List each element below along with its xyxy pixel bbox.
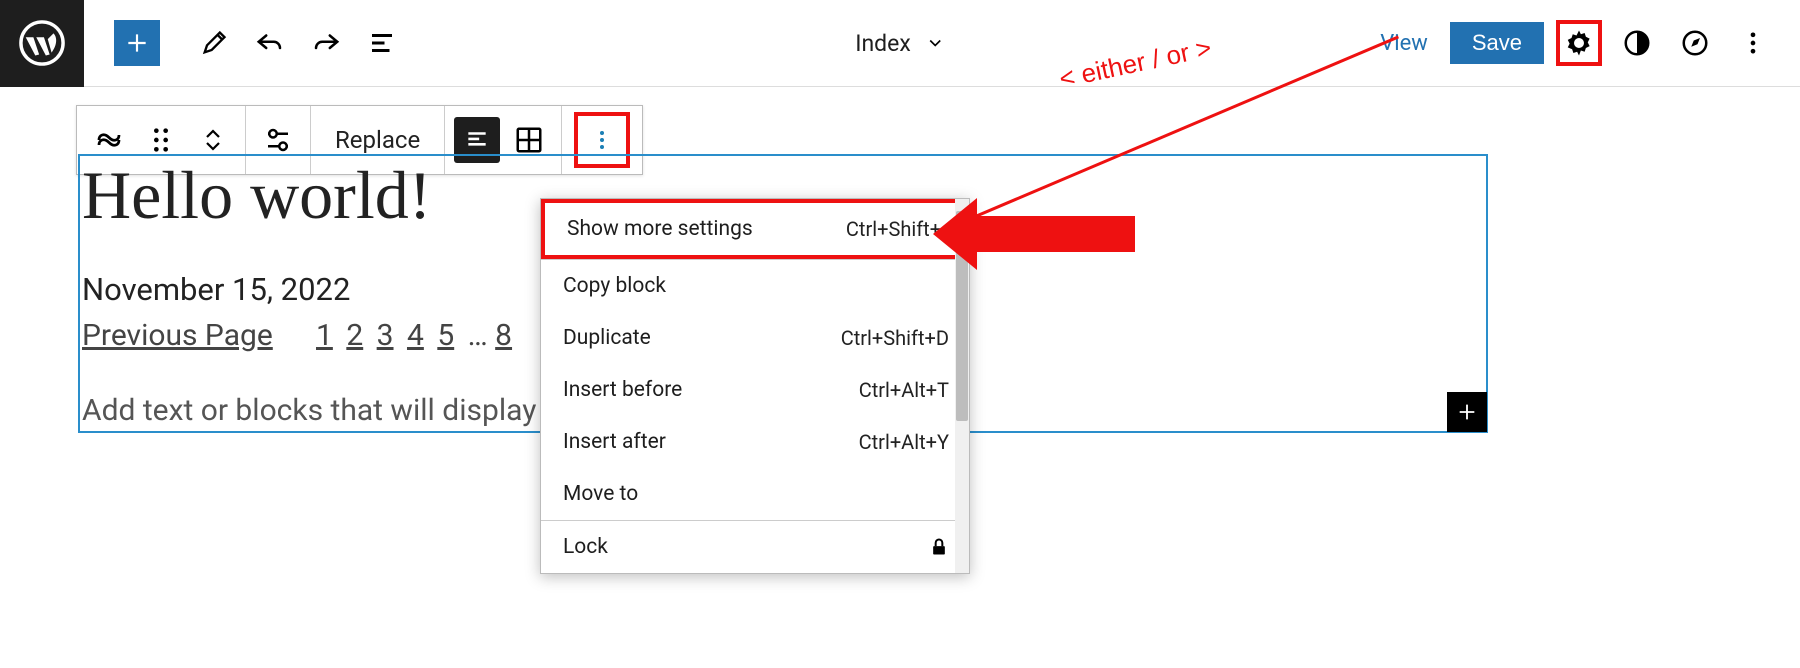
prev-page-link[interactable]: Previous Page (82, 318, 273, 353)
menu-item-label: Copy block (563, 274, 666, 298)
wordpress-logo-button[interactable] (0, 0, 84, 87)
loop-icon (94, 127, 124, 153)
page-link[interactable]: 5 (437, 318, 454, 353)
save-button[interactable]: Save (1450, 22, 1544, 64)
redo-button[interactable] (302, 19, 350, 67)
menu-item-label: Duplicate (563, 326, 651, 350)
block-options-menu: Show more settings Ctrl+Shift+, Copy blo… (540, 198, 970, 574)
contrast-icon (1622, 28, 1652, 58)
options-button[interactable] (1730, 20, 1776, 66)
wordpress-icon (19, 20, 65, 66)
replace-button[interactable]: Replace (317, 126, 438, 154)
chevron-down-icon (204, 140, 222, 152)
kebab-icon (590, 126, 614, 154)
align-left-icon (464, 127, 490, 153)
menu-item-label: Insert before (563, 378, 682, 402)
settings-button[interactable] (1556, 20, 1602, 66)
inserter-button[interactable] (114, 20, 160, 66)
page-ellipsis: … (468, 318, 488, 353)
menu-move-to[interactable]: Move to (541, 468, 969, 520)
lock-icon (929, 536, 949, 558)
list-view-button[interactable] (358, 19, 406, 67)
browse-button[interactable] (1672, 20, 1718, 66)
undo-button[interactable] (246, 19, 294, 67)
page-link[interactable]: 2 (346, 318, 363, 353)
gear-icon (1564, 28, 1594, 58)
chevron-down-icon (925, 33, 945, 53)
annotation-arrow (975, 216, 1135, 252)
redo-icon (311, 28, 341, 58)
drag-icon (151, 126, 171, 154)
menu-item-shortcut: Ctrl+Shift+, (846, 217, 945, 241)
menu-item-label: Move to (563, 482, 638, 506)
menu-item-label: Lock (563, 535, 608, 559)
menu-lock[interactable]: Lock (541, 521, 969, 573)
menu-item-shortcut: Ctrl+Shift+D (841, 326, 949, 350)
plus-icon (1456, 401, 1478, 423)
menu-item-label: Insert after (563, 430, 666, 454)
menu-item-shortcut: Ctrl+Alt+Y (859, 430, 949, 454)
sliders-icon (263, 125, 293, 155)
compass-icon (1680, 28, 1710, 58)
page-link[interactable]: 4 (407, 318, 424, 353)
undo-icon (255, 28, 285, 58)
template-selector[interactable]: Index (855, 30, 945, 57)
edit-icon (200, 29, 228, 57)
menu-duplicate[interactable]: Duplicate Ctrl+Shift+D (541, 312, 969, 364)
menu-copy-block[interactable]: Copy block (541, 260, 969, 312)
tools-select-button[interactable] (190, 19, 238, 67)
editor-topbar: Index View Save (0, 0, 1800, 87)
list-view-icon (367, 28, 397, 58)
menu-show-more-settings[interactable]: Show more settings Ctrl+Shift+, (541, 199, 969, 259)
menu-insert-after[interactable]: Insert after Ctrl+Alt+Y (541, 416, 969, 468)
kebab-icon (1739, 29, 1767, 57)
menu-insert-before[interactable]: Insert before Ctrl+Alt+T (541, 364, 969, 416)
page-link[interactable]: 1 (316, 318, 333, 353)
page-link[interactable]: 3 (377, 318, 394, 353)
template-name: Index (855, 30, 911, 57)
chevron-up-icon (204, 128, 222, 140)
menu-item-shortcut: Ctrl+Alt+T (859, 378, 949, 402)
grid-icon (514, 125, 544, 155)
styles-button[interactable] (1614, 20, 1660, 66)
inline-inserter-button[interactable] (1447, 392, 1487, 432)
plus-icon (124, 30, 150, 56)
menu-item-label: Show more settings (567, 217, 753, 241)
page-link[interactable]: 8 (495, 318, 512, 353)
